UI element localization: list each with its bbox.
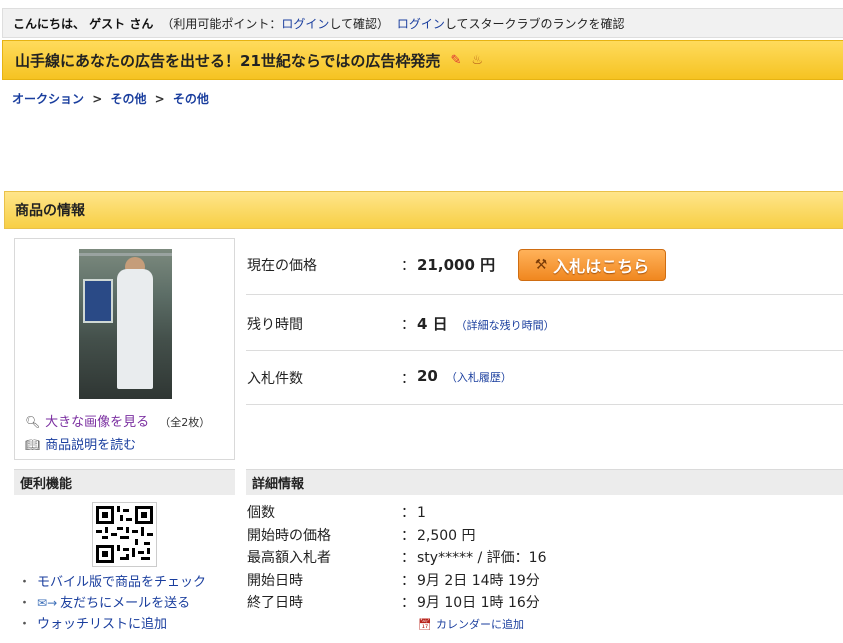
read-description-link[interactable]: 商品説明を読む [45, 438, 136, 453]
bid-count-value: 20 [417, 367, 438, 385]
qr-code [92, 502, 157, 567]
top-user-bar: こんにちは、 ゲスト さん （利用可能ポイント： ログイン して確認） ログイン… [2, 8, 843, 38]
breadcrumb-other-1[interactable]: その他 [110, 92, 146, 106]
breadcrumb-other-2[interactable]: その他 [173, 92, 209, 106]
detail-value: 1 [417, 505, 426, 521]
view-large-image-link[interactable]: 大きな画像を見る [45, 415, 149, 430]
add-calendar[interactable]: 📅︎ カレンダーに追加 [418, 614, 524, 637]
star-club-login-link[interactable]: ログイン [397, 15, 445, 32]
price-row: 現在の価格 ： 21,000 円 ⚒ 入札はこちら [246, 238, 843, 295]
detail-label: 最高額入札者 [247, 550, 331, 566]
points-prefix: （利用可能ポイント： [161, 16, 282, 31]
mail-friend-icon: ✉→ [37, 596, 58, 610]
tools-heading: 便利機能 [14, 469, 235, 495]
detail-row-quantity: 個数 ： 1 [246, 502, 843, 525]
item-info-title: 商品の情報 [15, 203, 85, 219]
bid-history-link[interactable]: （入札履歴） [446, 371, 512, 384]
promo-banner-text[interactable]: 山手線にあなたの広告を出せる！21世紀ならではの広告枠発売 [15, 50, 440, 71]
detail-row-start-time: 開始日時 ： 9月 2日 14時 19分 [246, 570, 843, 593]
item-info-heading: 商品の情報 [4, 191, 843, 229]
breadcrumb: オークション > その他 > その他 [12, 92, 209, 106]
price-label: 現在の価格 [247, 258, 317, 274]
time-left-row: 残り時間 ： 4 日（詳細な残り時間） [246, 295, 843, 351]
mobile-check-link[interactable]: モバイル版で商品をチェック [37, 575, 206, 590]
add-calendar-link[interactable]: カレンダーに追加 [436, 618, 524, 631]
tool-mobile[interactable]: ・モバイル版で商品をチェック [18, 572, 206, 593]
hot-item-icon: ♨ [471, 52, 483, 68]
tool-mail[interactable]: ・ ✉→ 友だちにメールを送る [18, 593, 206, 614]
tool-watchlist[interactable]: ・ウォッチリストに追加 [18, 614, 206, 635]
item-photo[interactable] [79, 249, 172, 399]
promo-banner[interactable]: 山手線にあなたの広告を出せる！21世紀ならではの広告枠発売 ✎ ♨ [2, 40, 843, 80]
calendar-icon: 📅︎ [418, 618, 432, 631]
image-count: （全2枚） [159, 416, 211, 429]
detail-value: 9月 10日 1時 16分 [417, 595, 540, 611]
time-detail-link[interactable]: （詳細な残り時間） [456, 319, 555, 332]
points-suffix: して確認） [329, 16, 390, 31]
pencil-icon: ✎ [450, 52, 462, 68]
detail-label: 個数 [247, 505, 275, 521]
detail-row-start-price: 開始時の価格 ： 2,500 円 [246, 525, 843, 548]
tools-list: ・モバイル版で商品をチェック ・ ✉→ 友だちにメールを送る ・ウォッチリストに追加 [18, 572, 206, 635]
detail-value: 2,500 円 [417, 527, 476, 544]
time-left-label: 残り時間 [247, 317, 303, 333]
breadcrumb-auction[interactable]: オークション [12, 92, 84, 106]
detail-value: 9月 2日 14時 19分 [417, 572, 540, 589]
detail-label: 終了日時 [247, 595, 303, 611]
magnifier-icon: 🔍︎ [25, 415, 41, 429]
detail-row-top-bidder: 最高額入札者 ： sty***** / 評価：16 [246, 547, 843, 570]
detail-label: 開始時の価格 [247, 527, 331, 544]
mail-friend-link[interactable]: 友だちにメールを送る [60, 596, 190, 611]
details-list: 個数 ： 1 開始時の価格 ： 2,500 円 最高額入札者 ： sty****… [246, 502, 843, 631]
bid-count-label: 入札件数 [247, 371, 303, 387]
detail-label: 開始日時 [247, 572, 303, 589]
detail-row-end-time: 終了日時 ： 9月 10日 1時 16分 [246, 592, 843, 615]
details-heading: 詳細情報 [246, 469, 843, 495]
points-login-link[interactable]: ログイン [281, 15, 329, 32]
tools-title: 便利機能 [20, 477, 73, 492]
bid-button-label[interactable]: 入札はこちら [553, 253, 649, 277]
bid-count-row: 入札件数 ： 20 （入札履歴） [246, 351, 843, 405]
star-club-suffix: してスタークラブのランクを確認 [444, 16, 625, 31]
bid-button[interactable]: ⚒ 入札はこちら [518, 249, 666, 281]
item-image-panel: 🔍︎ 大きな画像を見る （全2枚） 📖︎ 商品説明を読む [14, 238, 235, 460]
gavel-icon: ⚒ [534, 257, 548, 273]
time-left-value: 4 日 [417, 315, 448, 333]
detail-value[interactable]: sty***** / 評価：16 [417, 547, 547, 570]
details-title: 詳細情報 [252, 477, 305, 492]
book-icon: 📖︎ [25, 438, 41, 452]
watchlist-link[interactable]: ウォッチリストに追加 [37, 617, 167, 632]
greeting-text: こんにちは、 ゲスト さん [13, 16, 154, 31]
price-value: 21,000 円 [417, 256, 496, 274]
